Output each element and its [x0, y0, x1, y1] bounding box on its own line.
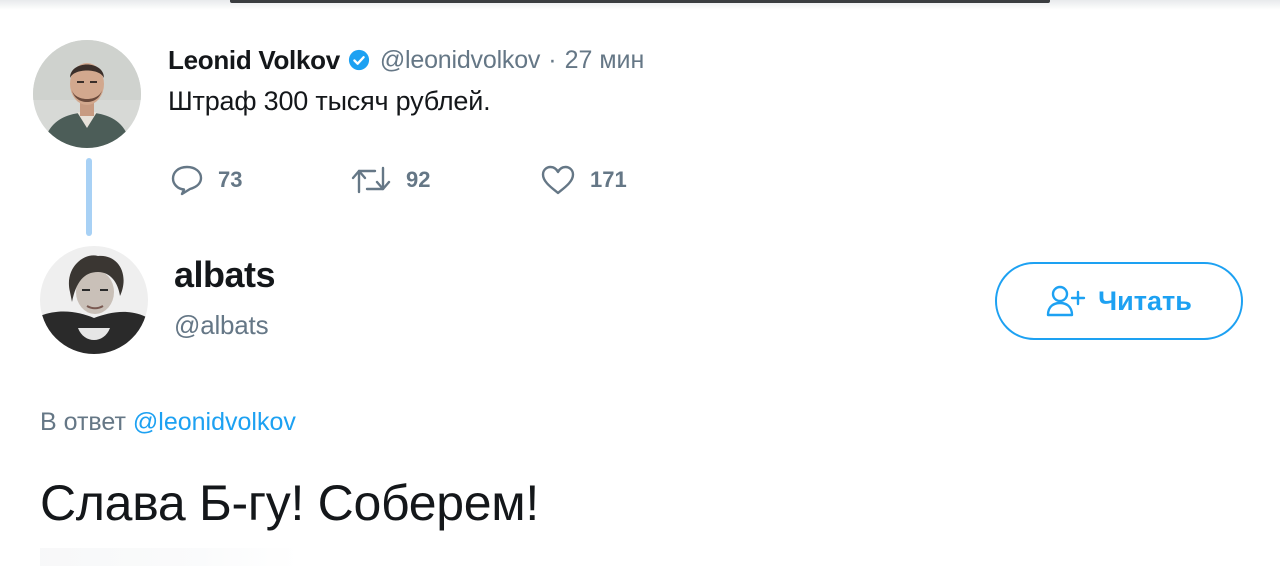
- reply-button[interactable]: 73: [170, 160, 242, 200]
- retweet-icon: [351, 166, 391, 194]
- reply-author-handle[interactable]: @albats: [174, 310, 269, 341]
- avatar-leonid-volkov[interactable]: [33, 40, 141, 148]
- tweet-header: Leonid Volkov @leonidvolkov · 27 мин: [168, 40, 644, 80]
- thread-connector-line: [86, 158, 92, 236]
- reply-to-mention[interactable]: @leonidvolkov: [133, 408, 296, 436]
- like-button[interactable]: 171: [540, 160, 627, 200]
- tweet-author-handle[interactable]: @leonidvolkov: [380, 46, 541, 75]
- reply-context: В ответ @leonidvolkov: [40, 408, 296, 437]
- speech-bubble-icon: [171, 165, 203, 196]
- person-add-icon: [1046, 285, 1086, 317]
- tweet-timestamp[interactable]: 27 мин: [565, 46, 645, 75]
- reply-to-prefix: В ответ: [40, 408, 126, 436]
- retweet-button[interactable]: 92: [350, 160, 430, 200]
- window-top-edge: [0, 0, 1280, 10]
- tweet-text: Штраф 300 тысяч рублей.: [168, 86, 491, 116]
- verified-badge-icon: [348, 49, 369, 71]
- header-separator: ·: [548, 45, 557, 74]
- follow-button[interactable]: Читать: [995, 262, 1243, 340]
- reply-author-name[interactable]: albats: [174, 254, 276, 296]
- reply-count: 73: [218, 167, 243, 192]
- bottom-edge-artifact: [40, 548, 300, 566]
- reply-text: Слава Б-гу! Соберем!: [40, 475, 539, 531]
- tweet-author-name[interactable]: Leonid Volkov: [168, 45, 340, 76]
- like-count: 171: [590, 167, 627, 192]
- avatar-albats[interactable]: [40, 246, 148, 354]
- retweet-count: 92: [406, 167, 431, 192]
- heart-icon: [541, 165, 575, 195]
- follow-button-label: Читать: [1098, 285, 1192, 316]
